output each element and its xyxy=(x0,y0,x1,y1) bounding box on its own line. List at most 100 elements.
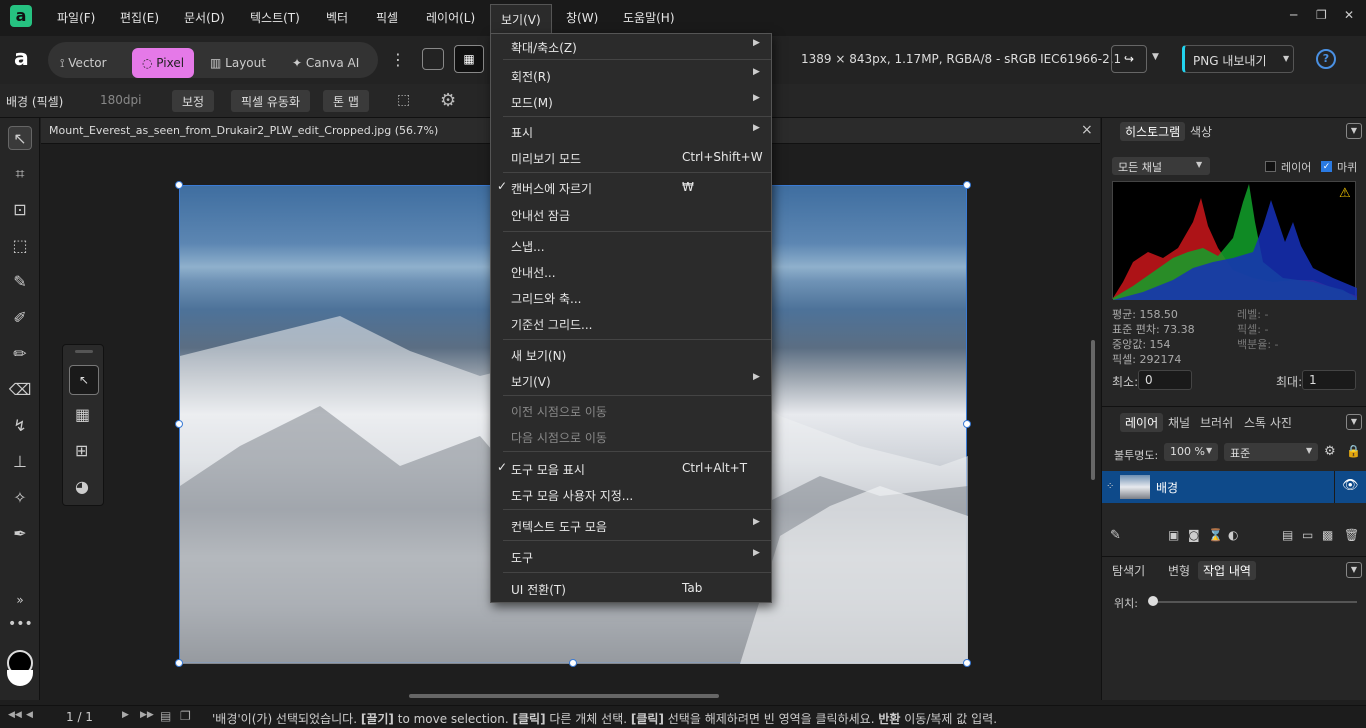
spread-icon[interactable]: ❐ xyxy=(180,709,191,723)
collapse-icon[interactable]: ▼ xyxy=(1346,562,1362,578)
chevron-down-icon[interactable]: ▼ xyxy=(1152,52,1159,62)
move-tool-icon[interactable]: ↖ xyxy=(8,126,32,150)
pixel-grid-icon[interactable]: ▦ xyxy=(454,45,484,73)
first-page-icon[interactable]: ◀◀ xyxy=(8,710,22,720)
restore-icon[interactable]: ❐ xyxy=(1316,8,1327,22)
expand-tools-icon[interactable]: » xyxy=(8,588,32,612)
close-window-icon[interactable]: ✕ xyxy=(1344,8,1354,22)
close-document-icon[interactable]: × xyxy=(1081,122,1093,138)
eraser-icon[interactable]: ⌫ xyxy=(8,378,32,402)
vertical-scrollbar[interactable] xyxy=(1091,340,1095,480)
eye-icon[interactable]: 👁 xyxy=(1342,478,1359,493)
shape-text-icon[interactable] xyxy=(422,48,444,70)
clone-stamp-icon[interactable]: ⊥ xyxy=(8,450,32,474)
selection-brush-icon[interactable]: ⊡ xyxy=(8,198,32,222)
menu-file[interactable]: 파일(F) xyxy=(57,9,95,26)
tab-histogram[interactable]: 히스토그램 xyxy=(1120,122,1186,141)
menu-document[interactable]: 문서(D) xyxy=(184,9,225,26)
fx-icon[interactable]: ▣ xyxy=(1168,528,1179,542)
menu-window[interactable]: 창(W) xyxy=(566,9,598,26)
collapse-icon[interactable]: ▼ xyxy=(1346,414,1362,430)
tab-color[interactable]: 색상 xyxy=(1190,123,1212,140)
menu-item-mode[interactable]: 모드(M) ▶ xyxy=(491,90,771,114)
menu-layer[interactable]: 레이어(L) xyxy=(426,9,475,26)
tab-history[interactable]: 작업 내역 xyxy=(1198,561,1256,580)
resize-handle[interactable] xyxy=(175,659,183,667)
menu-item-clip-to-canvas[interactable]: ✓ 캔버스에 자르기 ₩ xyxy=(491,176,771,200)
menu-item-grid-and-axis[interactable]: 그리드와 축... xyxy=(491,286,771,310)
more-tools-icon[interactable]: ••• xyxy=(8,612,33,636)
marquee-checkbox[interactable]: ✓ xyxy=(1321,161,1332,172)
color-picker-icon[interactable]: ◕ xyxy=(75,477,89,496)
flood-select-icon[interactable]: ✎ xyxy=(8,270,32,294)
tone-map-button[interactable]: 톤 맵 xyxy=(323,90,369,112)
pointer-icon[interactable]: ↖ xyxy=(69,365,99,395)
menu-item-baseline-grid[interactable]: 기준선 그리드... xyxy=(491,312,771,336)
tab-channels[interactable]: 채널 xyxy=(1168,414,1190,431)
persona-layout[interactable]: ▥ Layout xyxy=(210,48,266,78)
drag-handle[interactable] xyxy=(75,350,93,353)
menu-item-show[interactable]: 표시 ▶ xyxy=(491,120,771,144)
max-input[interactable]: 1 xyxy=(1302,370,1356,390)
tab-stock[interactable]: 스톡 사진 xyxy=(1244,414,1292,431)
menu-pixel[interactable]: 픽셀 xyxy=(376,9,398,26)
live-filter-icon[interactable]: ◐ xyxy=(1228,528,1238,542)
rectangle-marquee-icon[interactable]: ⬚ xyxy=(8,234,32,258)
persona-pixel[interactable]: ◌ Pixel xyxy=(132,48,195,78)
secondary-color-swatch[interactable] xyxy=(7,670,33,686)
menu-text[interactable]: 텍스트(T) xyxy=(250,9,300,26)
menu-help[interactable]: 도움말(H) xyxy=(623,9,675,26)
persona-vector[interactable]: ⟟ Vector xyxy=(60,48,107,78)
opacity-select[interactable]: 100 % ▼ xyxy=(1164,443,1218,461)
history-slider-thumb[interactable] xyxy=(1148,596,1158,606)
pencil-icon[interactable]: ✏ xyxy=(8,342,32,366)
tab-brushes[interactable]: 브러쉬 xyxy=(1200,414,1233,431)
perspective-grid-icon[interactable]: ⊞ xyxy=(75,441,88,460)
last-page-icon[interactable]: ▶▶ xyxy=(140,710,154,720)
healing-icon[interactable]: ✧ xyxy=(8,486,32,510)
edit-layer-icon[interactable]: ✎ xyxy=(1110,528,1121,543)
mask-icon[interactable]: ◙ xyxy=(1188,528,1200,542)
menu-item-zoom[interactable]: 확대/축소(Z) ▶ xyxy=(491,35,771,59)
collapse-icon[interactable]: ▼ xyxy=(1346,123,1362,139)
crop-tool-icon[interactable]: ⌗ xyxy=(8,162,32,186)
menu-edit[interactable]: 편집(E) xyxy=(120,9,159,26)
liquify-button[interactable]: 픽셀 유동화 xyxy=(231,90,311,112)
menu-item-customize-toolbar[interactable]: 도구 모음 사용자 지정... xyxy=(491,483,771,507)
grid-icon[interactable]: ▦ xyxy=(75,405,90,424)
menu-vector[interactable]: 벡터 xyxy=(326,9,348,26)
menu-item-lock-guides[interactable]: 안내선 잠금 xyxy=(491,203,771,227)
resize-handle[interactable] xyxy=(963,181,971,189)
resize-handle[interactable] xyxy=(963,659,971,667)
minimize-icon[interactable]: ─ xyxy=(1290,8,1297,22)
folder-icon[interactable]: ▭ xyxy=(1302,528,1313,542)
menu-item-tools[interactable]: 도구 ▶ xyxy=(491,545,771,569)
resize-handle[interactable] xyxy=(175,181,183,189)
lock-icon[interactable]: 🔒 xyxy=(1346,444,1361,458)
gear-icon[interactable]: ⚙ xyxy=(1324,444,1336,459)
layer-expand-icon[interactable]: ⁘ xyxy=(1106,481,1114,492)
pen-tool-icon[interactable]: ✒ xyxy=(8,522,32,546)
adjustment-icon[interactable]: ⌛ xyxy=(1208,528,1223,542)
adjust-button[interactable]: 보정 xyxy=(172,90,215,112)
resize-handle[interactable] xyxy=(569,659,577,667)
marquee-options-icon[interactable]: ⬚ xyxy=(397,92,410,108)
tab-transform[interactable]: 변형 xyxy=(1168,562,1190,579)
menu-item-toggle-ui[interactable]: UI 전환(T) Tab xyxy=(491,577,771,601)
next-page-icon[interactable]: ▶ xyxy=(122,710,129,720)
menu-item-view[interactable]: 보기(V) ▶ xyxy=(491,369,771,393)
menu-item-preview-mode[interactable]: 미리보기 모드 Ctrl+Shift+W xyxy=(491,146,771,170)
blend-mode-select[interactable]: 표준 ▼ xyxy=(1224,443,1318,461)
channel-select[interactable]: 모든 채널 ▼ xyxy=(1112,157,1210,175)
share-icon[interactable]: ↪ xyxy=(1111,45,1147,73)
menu-item-snapping[interactable]: 스냅... xyxy=(491,234,771,258)
gear-icon[interactable]: ⚙ xyxy=(440,90,456,111)
help-icon[interactable]: ? xyxy=(1316,49,1336,69)
menu-item-new-view[interactable]: 새 보기(N) xyxy=(491,343,771,367)
add-layer-icon[interactable]: ▤ xyxy=(1282,528,1293,542)
prev-page-icon[interactable]: ◀ xyxy=(26,710,33,720)
dodge-icon[interactable]: ↯ xyxy=(8,414,32,438)
horizontal-scrollbar[interactable] xyxy=(409,694,719,698)
trash-icon[interactable]: 🗑 xyxy=(1344,528,1359,542)
export-png-button[interactable]: PNG 내보내기 ▼ xyxy=(1182,45,1294,73)
